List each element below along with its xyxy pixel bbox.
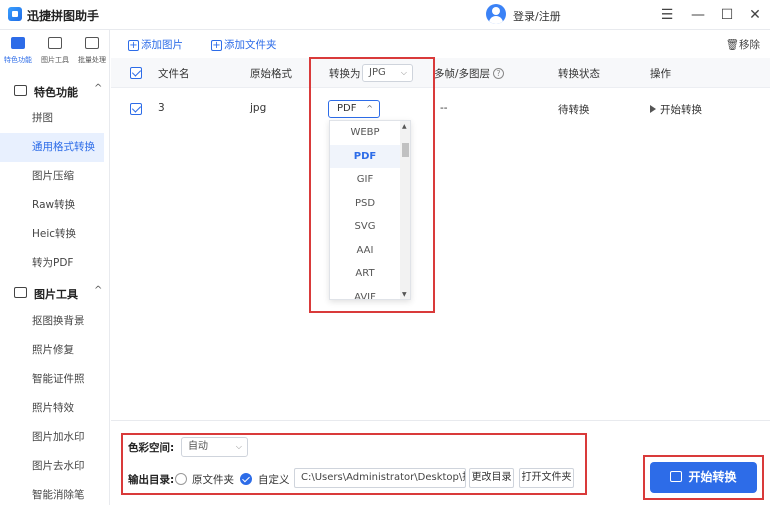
title-bar: 迅捷拼图助手 登录/注册 ☰ — ☐ ✕ xyxy=(0,0,770,30)
section-title: 图片工具 xyxy=(34,288,78,301)
header-original-format: 原始格式 xyxy=(250,68,292,80)
maximize-icon[interactable]: ☐ xyxy=(717,5,737,25)
image-tool-icon xyxy=(48,37,62,49)
remove-label: 移除 xyxy=(739,39,760,51)
sidebar-item-remove-watermark[interactable]: 图片去水印 xyxy=(0,452,104,481)
row-multiframe: -- xyxy=(440,102,448,114)
multiframe-label: 多帧/多图层 xyxy=(434,68,491,80)
user-avatar-icon[interactable] xyxy=(486,4,506,24)
play-icon xyxy=(650,105,656,113)
row-format: jpg xyxy=(250,102,267,114)
header-filename: 文件名 xyxy=(158,68,190,80)
grid-icon xyxy=(11,37,25,49)
header-action: 操作 xyxy=(650,68,671,80)
header-multiframe: 多帧/多图层? xyxy=(434,66,505,81)
sidebar-item-repair[interactable]: 照片修复 xyxy=(0,336,104,365)
app-title: 迅捷拼图助手 xyxy=(27,9,100,23)
tab-label: 特色功能 xyxy=(4,56,32,64)
section-featured[interactable]: 特色功能 ^ xyxy=(0,78,110,104)
sidebar: 特色功能 图片工具 批量处理 特色功能 ^ 拼图 通用格式转换 图片压缩 Raw… xyxy=(0,30,110,505)
chevron-up-icon[interactable]: ^ xyxy=(94,83,102,94)
row-checkbox[interactable] xyxy=(130,103,142,115)
highlight-box-output xyxy=(121,433,587,495)
menu-icon[interactable]: ☰ xyxy=(657,5,677,25)
image-tools-section-icon xyxy=(14,287,27,298)
section-title: 特色功能 xyxy=(34,86,78,99)
sidebar-item-eraser[interactable]: 智能消除笔 xyxy=(0,481,104,505)
row-start-button[interactable]: 开始转换 xyxy=(650,102,702,117)
tab-label: 图片工具 xyxy=(41,56,69,64)
plus-icon: + xyxy=(211,40,222,51)
help-icon[interactable]: ? xyxy=(493,68,505,79)
tab-featured[interactable]: 特色功能 xyxy=(0,37,36,71)
chevron-up-icon[interactable]: ^ xyxy=(94,285,102,296)
select-all-checkbox[interactable] xyxy=(130,67,142,79)
batch-icon xyxy=(85,37,99,49)
close-icon[interactable]: ✕ xyxy=(745,5,765,25)
minimize-icon[interactable]: — xyxy=(688,5,708,25)
sidebar-item-compress[interactable]: 图片压缩 xyxy=(0,162,104,191)
sidebar-item-puzzle[interactable]: 拼图 xyxy=(0,104,104,133)
remove-button[interactable]: 🗑移除 xyxy=(726,37,760,52)
sidebar-item-to-pdf[interactable]: 转为PDF xyxy=(0,249,104,278)
row-filename: 3 xyxy=(158,102,165,114)
sidebar-item-format-convert[interactable]: 通用格式转换 xyxy=(0,133,104,162)
sidebar-item-heic[interactable]: Heic转换 xyxy=(0,220,104,249)
tab-label: 批量处理 xyxy=(78,56,106,64)
rail-tabs: 特色功能 图片工具 批量处理 xyxy=(0,30,110,72)
add-folder-button[interactable]: + 添加文件夹 xyxy=(211,37,277,52)
featured-section-icon xyxy=(14,85,27,96)
header-status: 转换状态 xyxy=(558,68,600,80)
add-image-label: 添加图片 xyxy=(141,39,183,51)
tab-batch[interactable]: 批量处理 xyxy=(74,37,110,71)
add-folder-label: 添加文件夹 xyxy=(224,39,277,51)
sidebar-item-id-photo[interactable]: 智能证件照 xyxy=(0,365,104,394)
app-logo-icon xyxy=(8,7,22,21)
login-link[interactable]: 登录/注册 xyxy=(513,8,561,24)
sidebar-item-raw[interactable]: Raw转换 xyxy=(0,191,104,220)
sidebar-item-effects[interactable]: 照片特效 xyxy=(0,394,104,423)
sidebar-item-add-watermark[interactable]: 图片加水印 xyxy=(0,423,104,452)
highlight-box-start xyxy=(643,455,764,500)
sidebar-item-cutout[interactable]: 抠图换背景 xyxy=(0,307,104,336)
section-image-tools[interactable]: 图片工具 ^ xyxy=(0,280,110,306)
toolbar: + 添加图片 + 添加文件夹 🗑移除 xyxy=(111,30,770,58)
highlight-box-format xyxy=(309,57,435,313)
plus-icon: + xyxy=(128,40,139,51)
row-start-label: 开始转换 xyxy=(660,104,702,116)
add-image-button[interactable]: + 添加图片 xyxy=(128,37,183,52)
trash-icon: 🗑 xyxy=(725,39,739,51)
tab-image-tools[interactable]: 图片工具 xyxy=(37,37,73,71)
table-header: 文件名 原始格式 转换为 JPG ⌵ 多帧/多图层? 转换状态 操作 xyxy=(111,58,770,88)
row-status: 待转换 xyxy=(558,104,590,116)
